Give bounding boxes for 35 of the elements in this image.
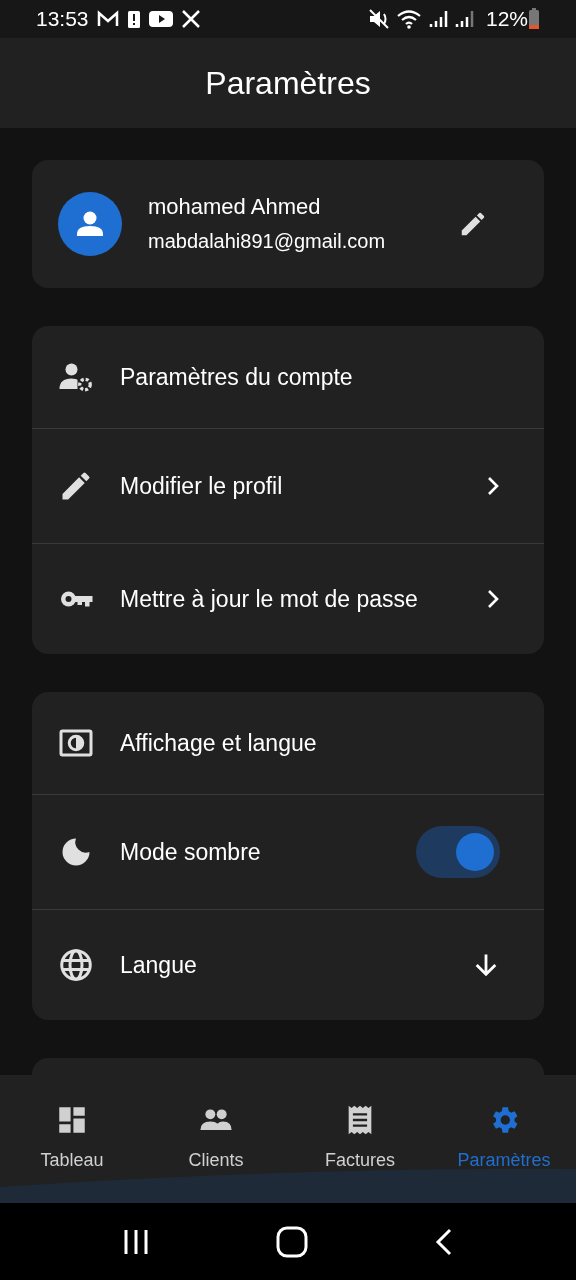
- settings-row[interactable]: Langue: [32, 910, 544, 1020]
- section-title: Affichage et langue: [120, 728, 317, 758]
- alert-icon: [126, 9, 141, 29]
- nav-tab[interactable]: Factures: [288, 1075, 432, 1203]
- settings-row[interactable]: Modifier le profil: [32, 429, 544, 544]
- x-icon: [180, 9, 201, 29]
- battery-percent: 12%: [485, 6, 528, 33]
- play-icon: [148, 10, 173, 28]
- recent-apps-icon[interactable]: [122, 1227, 151, 1256]
- nav-tab[interactable]: Clients: [144, 1075, 288, 1203]
- dark-mode-toggle[interactable]: [416, 826, 500, 878]
- settings-row[interactable]: Mettre à jour le mot de passe: [32, 544, 544, 654]
- row-label: Modifier le profil: [120, 472, 284, 501]
- chevron-right-icon: [486, 588, 500, 610]
- battery-icon: [528, 8, 540, 30]
- user-name: mohamed Ahmed: [148, 193, 322, 221]
- user-email: mabdalahi891@gmail.com: [148, 229, 387, 254]
- row-label: Mettre à jour le mot de passe: [120, 585, 419, 614]
- avatar-icon: [58, 192, 122, 256]
- home-icon[interactable]: [275, 1224, 309, 1259]
- signal-icon: [453, 9, 474, 29]
- back-icon[interactable]: [433, 1226, 454, 1257]
- mute-icon: [367, 8, 390, 30]
- chevron-right-icon: [486, 475, 500, 497]
- screen-title: Paramètres: [205, 64, 371, 103]
- settings-row[interactable]: Mode sombre: [32, 795, 544, 910]
- nav-tab[interactable]: Tableau: [0, 1075, 144, 1203]
- wifi-icon: [395, 8, 422, 30]
- row-label: Langue: [120, 951, 198, 980]
- row-label: Mode sombre: [120, 838, 262, 867]
- mail-icon: [96, 10, 119, 28]
- signal-icon: [427, 9, 448, 29]
- clock-time: 13:53: [36, 6, 89, 33]
- globe-icon: [58, 947, 94, 983]
- section-title: Paramètres du compte: [120, 362, 353, 392]
